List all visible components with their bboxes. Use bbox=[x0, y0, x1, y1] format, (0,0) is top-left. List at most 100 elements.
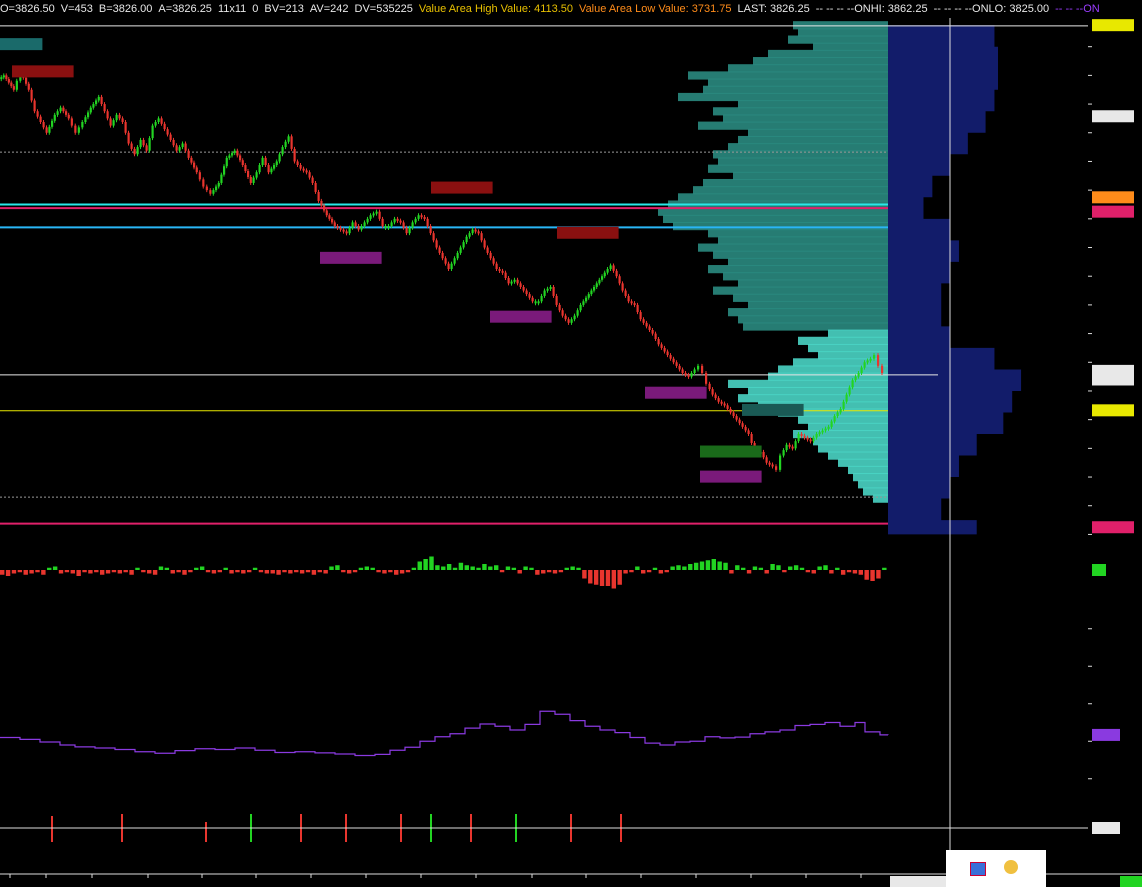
delta-bar bbox=[323, 570, 328, 574]
candle-body bbox=[296, 161, 299, 166]
candle-body bbox=[663, 347, 666, 352]
delta-bar bbox=[170, 570, 175, 574]
delta-bar bbox=[252, 567, 258, 570]
candle-body bbox=[308, 172, 311, 178]
candle-body bbox=[438, 247, 441, 253]
delta-bar bbox=[835, 567, 840, 570]
candle-body bbox=[507, 278, 510, 284]
candle-body bbox=[10, 82, 13, 87]
delta-bar bbox=[641, 570, 646, 574]
candle-body bbox=[561, 310, 564, 316]
candle-body bbox=[842, 401, 845, 409]
candle-body bbox=[33, 100, 36, 112]
candle-body bbox=[166, 129, 169, 135]
delta-bar bbox=[664, 570, 669, 573]
candle-body bbox=[275, 161, 278, 166]
candle-body bbox=[139, 139, 142, 148]
delta-bar bbox=[876, 570, 881, 579]
delta-bar bbox=[805, 570, 811, 573]
delta-bar bbox=[241, 570, 246, 574]
delta-bar bbox=[276, 570, 281, 575]
candle-body bbox=[157, 118, 160, 122]
header-bar: O=3826.50 V=453 B=3826.00 A=3826.25 11x11 0 BV… bbox=[0, 0, 1142, 18]
candle-body bbox=[771, 464, 774, 467]
candle-body bbox=[5, 75, 8, 79]
delta-bar bbox=[658, 570, 664, 574]
candle-body bbox=[833, 416, 836, 422]
delta-bar bbox=[82, 570, 87, 573]
candle-body bbox=[178, 147, 181, 151]
profile-bar bbox=[748, 128, 888, 137]
header-onhi: -- -- -- --ONHI: 3862.25 bbox=[815, 3, 928, 15]
candle-body bbox=[603, 272, 606, 277]
smiley-icon[interactable] bbox=[1004, 860, 1018, 874]
profile-bar bbox=[693, 186, 888, 195]
candle-body bbox=[782, 450, 785, 456]
candle-body bbox=[651, 330, 654, 334]
candle-body bbox=[648, 326, 651, 330]
candle-body bbox=[2, 75, 5, 78]
candle-body bbox=[51, 120, 54, 127]
delta-bar bbox=[852, 570, 858, 574]
delta-bar bbox=[776, 565, 781, 570]
delta-bar bbox=[423, 559, 428, 570]
candle-body bbox=[525, 290, 528, 295]
delta-bar bbox=[817, 566, 822, 570]
candle-body bbox=[81, 122, 84, 128]
candle-body bbox=[217, 182, 220, 187]
profile-bar bbox=[798, 415, 888, 424]
delta-bar bbox=[599, 570, 605, 586]
delta-bar bbox=[158, 566, 164, 570]
candle-body bbox=[320, 200, 323, 206]
candle-body bbox=[645, 322, 648, 327]
candle-body bbox=[27, 83, 30, 90]
candle-body bbox=[25, 77, 28, 84]
badge-bg bbox=[1120, 876, 1142, 887]
candle-body bbox=[738, 419, 741, 424]
candle-body bbox=[405, 227, 408, 234]
candle-body bbox=[255, 172, 258, 178]
candle-body bbox=[492, 258, 495, 264]
candle-body bbox=[854, 376, 857, 381]
candle-body bbox=[130, 143, 133, 149]
candle-body bbox=[723, 403, 726, 406]
candle-body bbox=[717, 398, 720, 402]
candle-body bbox=[866, 360, 869, 363]
candle-body bbox=[56, 111, 59, 115]
candle-body bbox=[555, 295, 558, 305]
profile-bar bbox=[663, 214, 888, 224]
delta-bar bbox=[105, 570, 111, 574]
order-tag-bg bbox=[490, 310, 552, 323]
delta-bar bbox=[35, 570, 40, 573]
candle-body bbox=[293, 148, 296, 162]
profile-bar bbox=[728, 64, 888, 73]
delta-bar bbox=[729, 570, 734, 574]
candle-body bbox=[136, 147, 139, 155]
candle-body bbox=[857, 373, 860, 377]
price-flag-bg bbox=[1092, 205, 1134, 218]
candle-body bbox=[711, 389, 714, 395]
candle-body bbox=[209, 190, 212, 194]
date-badge-bg bbox=[890, 876, 946, 887]
delta-bar bbox=[464, 565, 469, 570]
taskbar-tray bbox=[946, 850, 1046, 887]
candle-body bbox=[339, 227, 342, 230]
delta-bar bbox=[735, 565, 740, 570]
candle-body bbox=[270, 168, 273, 173]
window-icon[interactable] bbox=[970, 862, 986, 876]
profile-bar bbox=[728, 143, 888, 152]
candle-body bbox=[333, 222, 336, 226]
candle-body bbox=[15, 80, 18, 90]
profile-bar bbox=[808, 422, 888, 432]
candle-body bbox=[354, 222, 357, 226]
profile-bar bbox=[718, 157, 888, 166]
candle-body bbox=[468, 233, 471, 237]
candle-body bbox=[585, 297, 588, 302]
order-tag-bg bbox=[0, 38, 43, 51]
candle-body bbox=[684, 373, 687, 376]
delta-bar bbox=[629, 570, 634, 573]
candle-body bbox=[765, 457, 768, 463]
delta-bar bbox=[682, 566, 687, 570]
delta-bar bbox=[152, 570, 158, 575]
delta-bar bbox=[70, 570, 75, 574]
